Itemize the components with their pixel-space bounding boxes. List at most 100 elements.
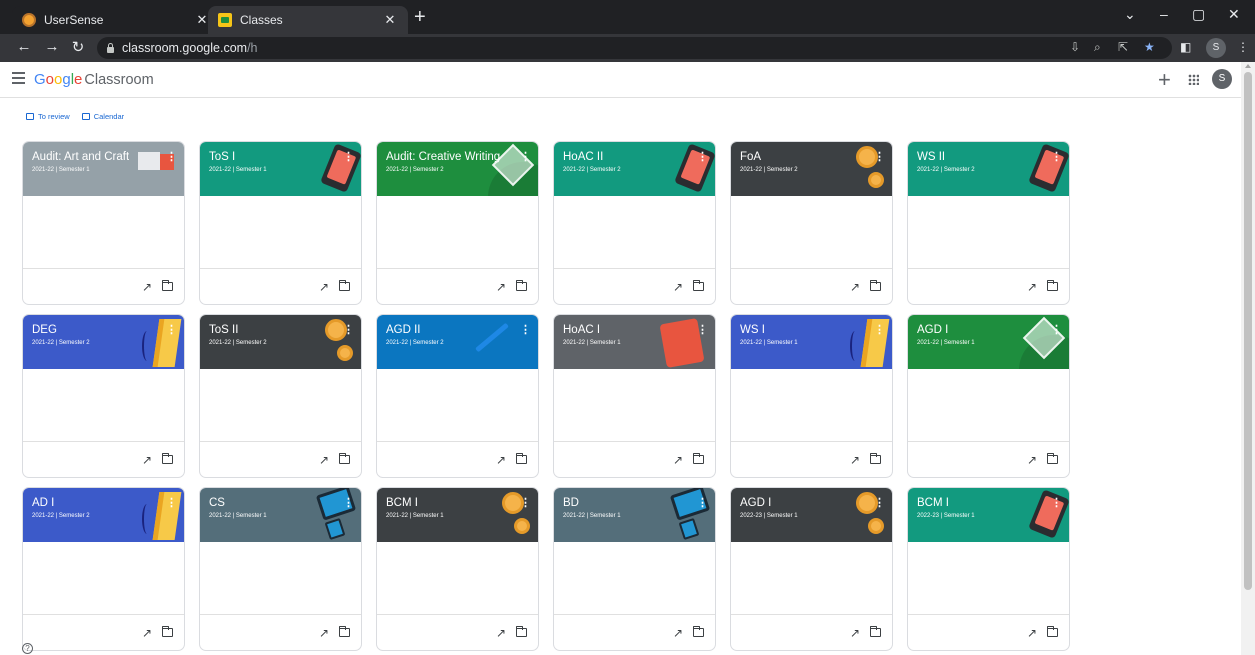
class-options-menu-icon[interactable]: ⋮	[343, 323, 354, 336]
calendar-link[interactable]: Calendar	[81, 112, 124, 121]
class-drive-folder-icon[interactable]	[161, 280, 173, 291]
class-title[interactable]: Audit: Creative Writing	[386, 151, 500, 163]
scroll-up-arrow-icon[interactable]	[1245, 64, 1251, 68]
class-card[interactable]: BCM I 2022-23 | Semester 1 ⋮ ↗	[907, 487, 1070, 651]
class-card[interactable]: ToS I 2021-22 | Semester 1 ⋮ ↗	[199, 141, 362, 305]
class-card[interactable]: HoAC II 2021-22 | Semester 2 ⋮ ↗	[553, 141, 716, 305]
class-options-menu-icon[interactable]: ⋮	[520, 150, 531, 163]
class-options-menu-icon[interactable]: ⋮	[697, 150, 708, 163]
class-options-menu-icon[interactable]: ⋮	[697, 323, 708, 336]
class-card-header[interactable]: AD I 2021-22 | Semester 2 ⋮	[23, 488, 184, 542]
class-card[interactable]: ToS II 2021-22 | Semester 2 ⋮ ↗	[199, 314, 362, 478]
class-card-header[interactable]: BD 2021-22 | Semester 1 ⋮	[554, 488, 715, 542]
class-title[interactable]: BCM I	[917, 497, 949, 509]
back-arrow-icon[interactable]: ←	[14, 38, 34, 55]
close-tab-icon[interactable]: ✕	[382, 12, 398, 28]
class-drive-folder-icon[interactable]	[869, 280, 881, 291]
class-title[interactable]: WS I	[740, 324, 765, 336]
class-card-header[interactable]: ToS I 2021-22 | Semester 1 ⋮	[200, 142, 361, 196]
class-card[interactable]: FoA 2021-22 | Semester 2 ⋮ ↗	[730, 141, 893, 305]
class-card[interactable]: AGD I 2021-22 | Semester 1 ⋮ ↗	[907, 314, 1070, 478]
class-card[interactable]: AGD I 2022-23 | Semester 1 ⋮ ↗	[730, 487, 893, 651]
tab-usersense[interactable]: UserSense ✕	[12, 6, 220, 34]
class-title[interactable]: Audit: Art and Craft	[32, 151, 129, 163]
class-title[interactable]: AGD I	[917, 324, 948, 336]
class-options-menu-icon[interactable]: ⋮	[343, 496, 354, 509]
class-card-header[interactable]: ToS II 2021-22 | Semester 2 ⋮	[200, 315, 361, 369]
gradebook-trending-icon[interactable]: ↗	[496, 453, 506, 467]
class-card-header[interactable]: BCM I 2022-23 | Semester 1 ⋮	[908, 488, 1069, 542]
gradebook-trending-icon[interactable]: ↗	[319, 280, 329, 294]
new-tab-plus-icon[interactable]: +	[414, 7, 426, 27]
minimize-icon[interactable]: –	[1160, 6, 1168, 22]
tab-classes[interactable]: Classes ✕	[208, 6, 408, 34]
class-card[interactable]: DEG 2021-22 | Semester 2 ⋮ ↗	[22, 314, 185, 478]
lock-icon[interactable]	[107, 42, 114, 53]
class-options-menu-icon[interactable]: ⋮	[1051, 496, 1062, 509]
class-card-header[interactable]: CS 2021-22 | Semester 1 ⋮	[200, 488, 361, 542]
class-options-menu-icon[interactable]: ⋮	[520, 496, 531, 509]
class-options-menu-icon[interactable]: ⋮	[874, 323, 885, 336]
class-card[interactable]: CS 2021-22 | Semester 1 ⋮ ↗	[199, 487, 362, 651]
class-title[interactable]: BCM I	[386, 497, 418, 509]
class-title[interactable]: CS	[209, 497, 225, 509]
gradebook-trending-icon[interactable]: ↗	[850, 280, 860, 294]
gradebook-trending-icon[interactable]: ↗	[850, 626, 860, 640]
class-drive-folder-icon[interactable]	[338, 626, 350, 637]
class-card-header[interactable]: BCM I 2021-22 | Semester 1 ⋮	[377, 488, 538, 542]
class-card-header[interactable]: AGD II 2021-22 | Semester 2 ⋮	[377, 315, 538, 369]
scrollbar-thumb[interactable]	[1244, 72, 1252, 590]
class-options-menu-icon[interactable]: ⋮	[1051, 323, 1062, 336]
class-card[interactable]: WS I 2021-22 | Semester 1 ⋮ ↗	[730, 314, 893, 478]
gradebook-trending-icon[interactable]: ↗	[673, 626, 683, 640]
class-card-header[interactable]: HoAC II 2021-22 | Semester 2 ⋮	[554, 142, 715, 196]
class-drive-folder-icon[interactable]	[515, 280, 527, 291]
install-app-icon[interactable]: ⇩	[1070, 40, 1080, 54]
gradebook-trending-icon[interactable]: ↗	[496, 626, 506, 640]
class-card[interactable]: BCM I 2021-22 | Semester 1 ⋮ ↗	[376, 487, 539, 651]
class-card[interactable]: Audit: Creative Writing 2021-22 | Semeste…	[376, 141, 539, 305]
class-options-menu-icon[interactable]: ⋮	[343, 150, 354, 163]
class-drive-folder-icon[interactable]	[515, 453, 527, 464]
reload-icon[interactable]: ↻	[68, 38, 88, 56]
class-drive-folder-icon[interactable]	[1046, 280, 1058, 291]
google-apps-icon[interactable]	[1188, 74, 1199, 85]
help-icon[interactable]: ?	[22, 643, 33, 654]
side-panel-icon[interactable]: ◧	[1180, 40, 1191, 54]
class-card[interactable]: HoAC I 2021-22 | Semester 1 ⋮ ↗	[553, 314, 716, 478]
class-title[interactable]: AD I	[32, 497, 54, 509]
class-options-menu-icon[interactable]: ⋮	[874, 150, 885, 163]
class-drive-folder-icon[interactable]	[692, 626, 704, 637]
class-title[interactable]: AGD II	[386, 324, 421, 336]
class-card-header[interactable]: AGD I 2021-22 | Semester 1 ⋮	[908, 315, 1069, 369]
tab-search-chevron-icon[interactable]: ⌄	[1124, 6, 1136, 23]
class-options-menu-icon[interactable]: ⋮	[166, 323, 177, 336]
restore-icon[interactable]: ▢	[1192, 6, 1205, 23]
class-card[interactable]: Audit: Art and Craft 2021-22 | Semester 1…	[22, 141, 185, 305]
browser-menu-icon[interactable]: ⋮	[1237, 40, 1249, 54]
gradebook-trending-icon[interactable]: ↗	[142, 453, 152, 467]
gradebook-trending-icon[interactable]: ↗	[319, 626, 329, 640]
class-drive-folder-icon[interactable]	[1046, 626, 1058, 637]
gradebook-trending-icon[interactable]: ↗	[673, 453, 683, 467]
class-drive-folder-icon[interactable]	[692, 453, 704, 464]
class-card-header[interactable]: FoA 2021-22 | Semester 2 ⋮	[731, 142, 892, 196]
class-card-header[interactable]: DEG 2021-22 | Semester 2 ⋮	[23, 315, 184, 369]
class-drive-folder-icon[interactable]	[869, 453, 881, 464]
class-options-menu-icon[interactable]: ⋮	[1051, 150, 1062, 163]
class-card-header[interactable]: WS I 2021-22 | Semester 1 ⋮	[731, 315, 892, 369]
address-bar[interactable]: classroom.google.com/h	[97, 37, 1172, 59]
class-card[interactable]: WS II 2021-22 | Semester 2 ⋮ ↗	[907, 141, 1070, 305]
class-card-header[interactable]: Audit: Art and Craft 2021-22 | Semester 1…	[23, 142, 184, 196]
class-title[interactable]: ToS II	[209, 324, 238, 336]
class-drive-folder-icon[interactable]	[161, 453, 173, 464]
main-menu-icon[interactable]	[12, 72, 25, 87]
class-title[interactable]: HoAC II	[563, 151, 603, 163]
forward-arrow-icon[interactable]: →	[42, 38, 62, 55]
class-drive-folder-icon[interactable]	[338, 280, 350, 291]
account-avatar[interactable]: S	[1212, 69, 1232, 89]
class-title[interactable]: WS II	[917, 151, 945, 163]
close-window-icon[interactable]: ✕	[1228, 6, 1240, 23]
class-card[interactable]: AD I 2021-22 | Semester 2 ⋮ ↗	[22, 487, 185, 651]
google-classroom-logo[interactable]: Google Classroom	[34, 71, 154, 88]
